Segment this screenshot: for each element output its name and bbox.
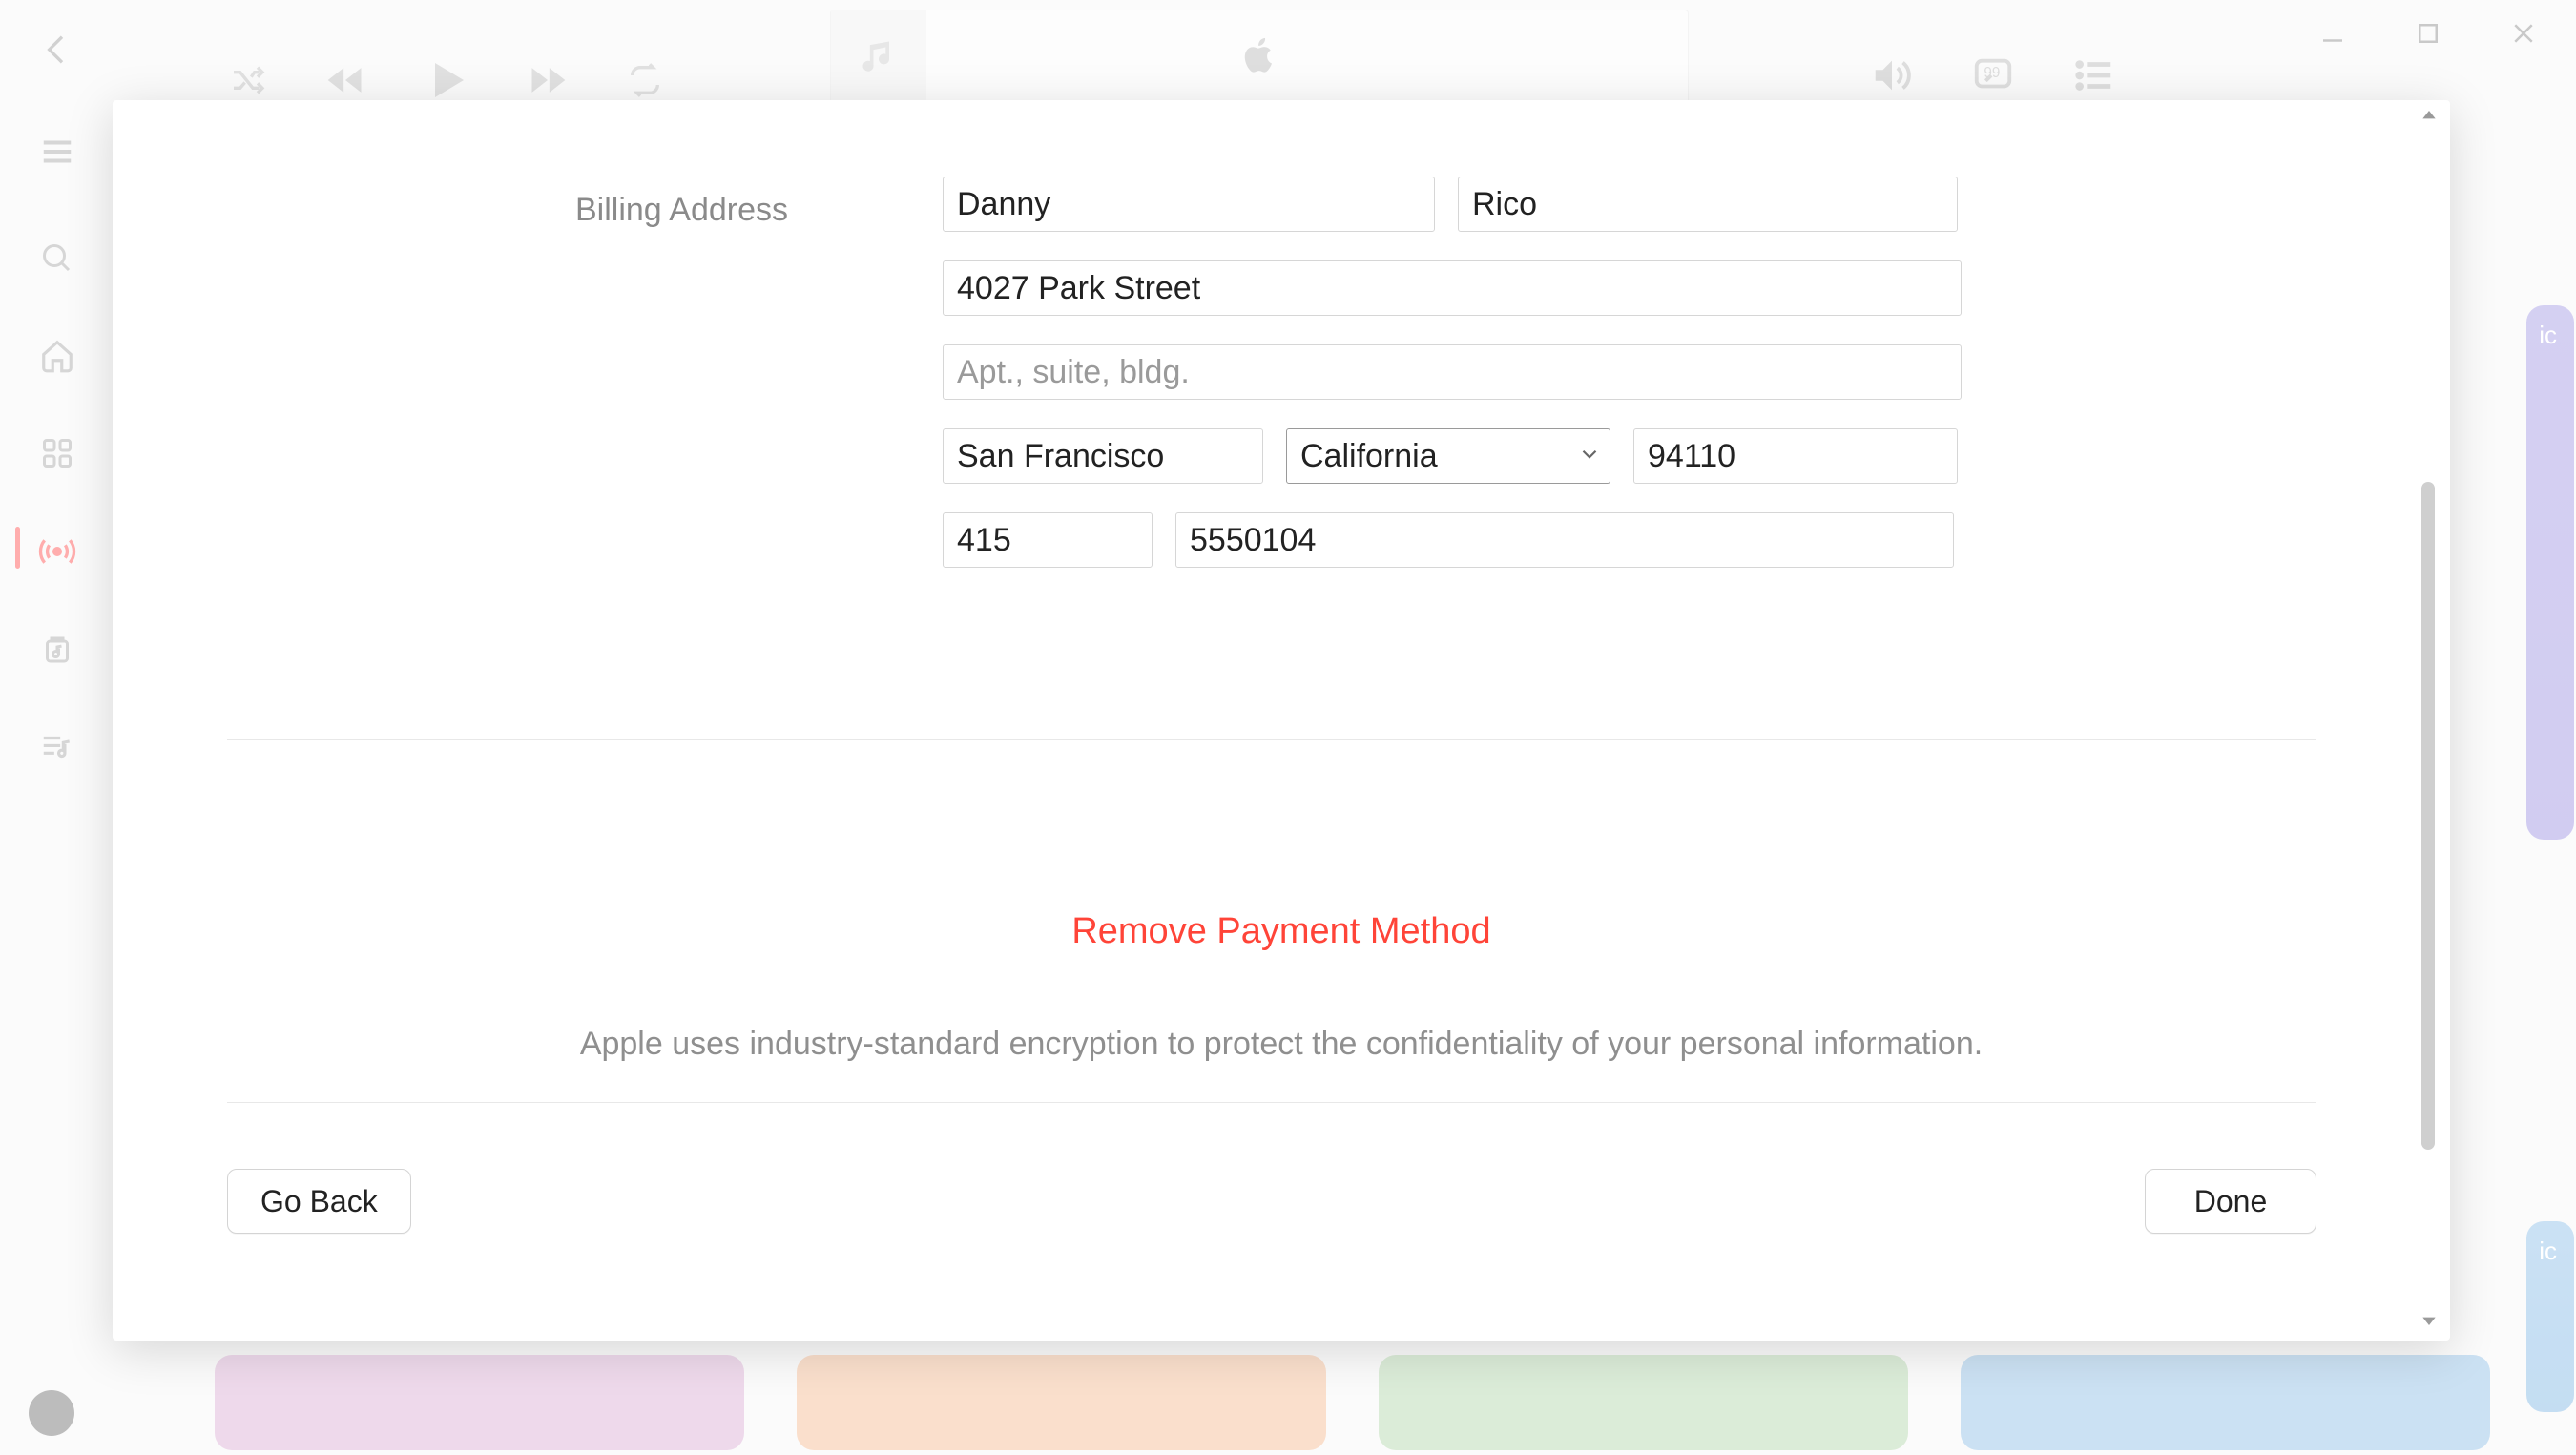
- remove-payment-link[interactable]: Remove Payment Method: [113, 911, 2450, 952]
- last-name-input[interactable]: [1458, 177, 1958, 232]
- address-line1-input[interactable]: [943, 260, 1962, 316]
- phone-area-input[interactable]: [943, 512, 1153, 568]
- divider: [227, 1102, 2316, 1103]
- chevron-down-icon: [1577, 438, 1602, 475]
- divider: [227, 739, 2316, 740]
- done-button[interactable]: Done: [2145, 1169, 2316, 1234]
- scroll-down-icon[interactable]: [2420, 1311, 2439, 1335]
- scrollbar-thumb[interactable]: [2421, 482, 2435, 1150]
- billing-address-label: Billing Address: [575, 192, 788, 229]
- state-select[interactable]: California: [1286, 428, 1610, 484]
- phone-number-input[interactable]: [1175, 512, 1954, 568]
- go-back-button[interactable]: Go Back: [227, 1169, 411, 1234]
- city-input[interactable]: [943, 428, 1263, 484]
- scroll-up-icon[interactable]: [2420, 106, 2439, 130]
- address-line2-input[interactable]: [943, 344, 1962, 400]
- zip-input[interactable]: [1633, 428, 1958, 484]
- modal-scrollbar[interactable]: [2416, 100, 2442, 1341]
- payment-modal: Billing Address California: [113, 100, 2450, 1341]
- first-name-input[interactable]: [943, 177, 1435, 232]
- encryption-note: Apple uses industry-standard encryption …: [113, 1026, 2450, 1063]
- state-select-value: California: [1300, 438, 1438, 475]
